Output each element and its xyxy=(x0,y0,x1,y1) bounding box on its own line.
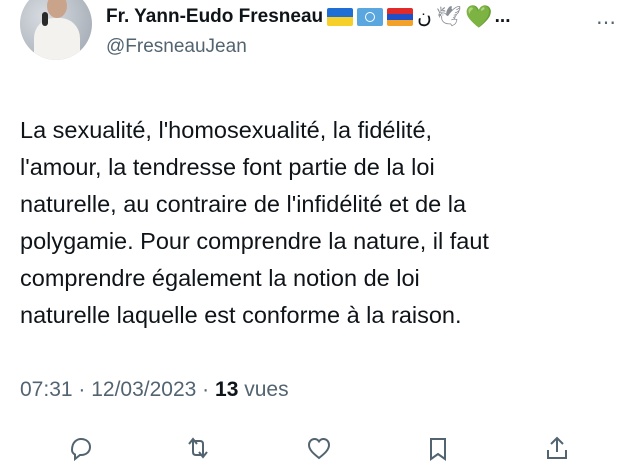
meta-separator: · xyxy=(72,378,92,401)
avatar-head xyxy=(47,0,67,18)
tweet-time[interactable]: 07:31 xyxy=(20,378,73,401)
name-truncation: ... xyxy=(494,6,511,27)
author-handle[interactable]: @FresneauJean xyxy=(106,36,247,58)
like-icon[interactable] xyxy=(305,434,333,460)
views-label: vues xyxy=(238,378,289,401)
arabic-nun-icon: ن xyxy=(417,6,432,28)
bookmark-icon[interactable] xyxy=(424,434,452,461)
tweet-text: La sexualité, l'homosexualité, la fidéli… xyxy=(20,112,610,334)
dove-icon: 🕊 xyxy=(435,6,462,28)
author-name-row[interactable]: Fr. Yann-Eudo Fresneau ن 🕊 💚 ... xyxy=(106,6,510,28)
meta-separator: · xyxy=(196,378,216,401)
author-display-name[interactable]: Fr. Yann-Eudo Fresneau xyxy=(106,6,323,28)
tweet-line: naturelle laquelle est conforme à la rai… xyxy=(20,302,462,328)
tweet-line: polygamie. Pour comprendre la nature, il… xyxy=(20,228,489,254)
name-emojis: ن 🕊 💚 xyxy=(327,4,493,29)
ukraine-flag-icon xyxy=(327,8,354,26)
tweet-line: l'amour, la tendresse font partie de la … xyxy=(20,154,435,180)
avatar-robe xyxy=(34,18,80,60)
views-count[interactable]: 13 xyxy=(215,378,238,401)
tweet-actions xyxy=(0,428,640,462)
green-heart-icon: 💚 xyxy=(465,4,493,29)
armenia-flag-icon xyxy=(387,8,414,26)
share-icon[interactable] xyxy=(543,434,571,459)
tweet-line: naturelle, au contraire de l'infidélité … xyxy=(20,191,467,217)
un-flag-icon xyxy=(357,8,384,26)
retweet-icon[interactable] xyxy=(184,434,212,459)
more-options-icon[interactable]: ⋯ xyxy=(596,10,617,35)
tweet-line: La sexualité, l'homosexualité, la fidéli… xyxy=(20,117,433,143)
tweet-line: comprendre également la notion de loi xyxy=(20,265,420,291)
tweet-meta: 07:31 · 12/03/2023 · 13 vues xyxy=(20,378,289,402)
avatar[interactable] xyxy=(20,0,92,60)
tweet-date[interactable]: 12/03/2023 xyxy=(91,378,196,401)
microphone-icon xyxy=(42,12,48,26)
reply-icon[interactable] xyxy=(66,434,94,462)
